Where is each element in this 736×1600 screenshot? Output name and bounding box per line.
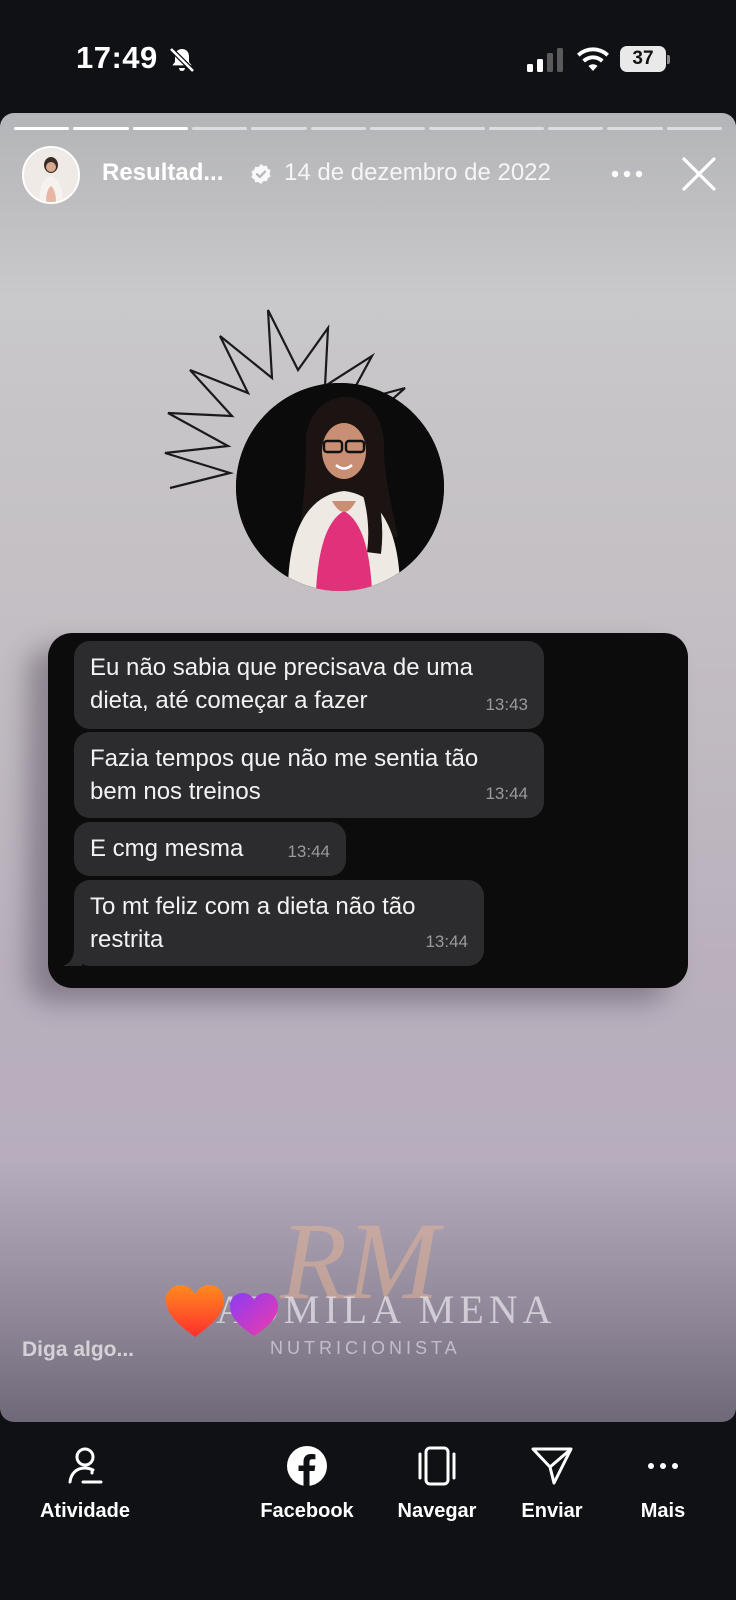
send-label: Enviar — [521, 1500, 583, 1522]
message-time: 13:44 — [287, 842, 330, 861]
battery-level: 37 — [632, 48, 654, 69]
progress-segment — [607, 127, 663, 130]
progress-segment — [251, 127, 307, 130]
cellular-signal-icon — [527, 48, 563, 72]
message-time: 13:44 — [485, 784, 528, 803]
send-icon — [531, 1447, 573, 1485]
brand-subtitle: NUTRICIONISTA — [270, 1338, 461, 1358]
progress-segment — [14, 127, 70, 130]
chat-message: Fazia tempos que não me sentia tão bem n… — [74, 732, 544, 818]
browse-button[interactable]: Navegar — [382, 1444, 492, 1523]
message-text: To mt feliz com a dieta não tão restrita — [90, 893, 416, 953]
progress-segment — [310, 127, 366, 130]
close-icon[interactable] — [680, 155, 718, 193]
more-button[interactable]: Mais — [618, 1444, 708, 1523]
activity-button[interactable]: Atividade — [30, 1444, 140, 1523]
status-time: 17:49 — [76, 40, 158, 75]
more-label: Mais — [640, 1500, 686, 1522]
browse-icon — [418, 1446, 456, 1486]
activity-icon — [68, 1447, 103, 1484]
send-button[interactable]: Enviar — [502, 1444, 602, 1523]
progress-segment — [429, 127, 485, 130]
portrait-photo-icon — [236, 383, 444, 591]
wifi-icon — [577, 47, 609, 71]
battery-indicator: 37 — [620, 46, 670, 72]
bubble-tail-icon — [62, 948, 82, 966]
more-horizontal-icon — [648, 1463, 678, 1469]
progress-segment — [370, 127, 426, 130]
story-progress-bar — [14, 127, 722, 130]
message-time: 13:43 — [485, 695, 528, 714]
verified-badge-icon — [251, 164, 271, 184]
chat-message: E cmg mesma 13:44 — [74, 822, 346, 876]
progress-segment — [548, 127, 604, 130]
story-date: 14 de dezembro de 2022 — [284, 159, 551, 186]
message-text: Fazia tempos que não me sentia tão bem n… — [90, 745, 479, 805]
avatar-photo-icon — [24, 148, 78, 202]
message-time: 13:44 — [425, 932, 468, 951]
chat-message: Eu não sabia que precisava de uma dieta,… — [74, 641, 544, 729]
battery-tip — [667, 55, 670, 64]
heart-orange-icon[interactable] — [164, 1283, 226, 1339]
profile-avatar[interactable] — [22, 146, 80, 204]
activity-label: Atividade — [39, 1500, 131, 1522]
more-options-icon[interactable] — [610, 169, 644, 179]
facebook-button[interactable]: Facebook — [252, 1444, 362, 1523]
facebook-label: Facebook — [260, 1500, 354, 1522]
browse-label: Navegar — [397, 1500, 477, 1522]
progress-segment — [192, 127, 248, 130]
progress-segment — [73, 127, 129, 130]
message-text: Eu não sabia que precisava de uma dieta,… — [90, 654, 473, 714]
heart-purple-icon[interactable] — [228, 1291, 280, 1337]
progress-segment — [488, 127, 544, 130]
bottom-action-bar: Atividade Facebook Navegar Enviar Mais — [0, 1422, 736, 1600]
story-username[interactable]: Resultad... — [102, 159, 223, 187]
bell-muted-icon — [169, 47, 195, 73]
status-bar: 17:49 37 — [0, 0, 736, 110]
chat-screenshot: Eu não sabia que precisava de uma dieta,… — [48, 633, 688, 988]
story-view[interactable]: Resultad... 14 de dezembro de 2022 Eu nã… — [0, 113, 736, 1422]
progress-segment — [132, 127, 188, 130]
facebook-icon — [287, 1446, 327, 1486]
progress-segment — [666, 127, 722, 130]
chat-message: To mt feliz com a dieta não tão restrita… — [74, 880, 484, 966]
reply-input[interactable]: Diga algo... — [22, 1338, 134, 1362]
nutritionist-portrait — [236, 383, 444, 591]
